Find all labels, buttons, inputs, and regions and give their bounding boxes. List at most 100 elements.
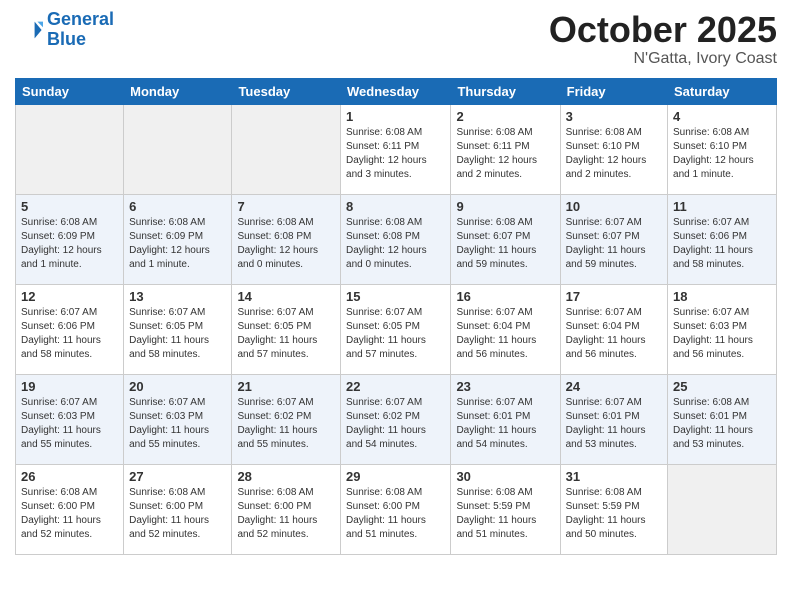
calendar-cell: 8 Sunrise: 6:08 AM Sunset: 6:08 PM Daylig… — [341, 194, 451, 284]
day-info: Sunrise: 6:07 AM Sunset: 6:05 PM Dayligh… — [237, 306, 335, 362]
calendar-cell — [124, 104, 232, 194]
logo: General Blue — [15, 10, 114, 50]
day-number: 31 — [566, 469, 662, 484]
day-number: 17 — [566, 289, 662, 304]
calendar-cell: 19 Sunrise: 6:07 AM Sunset: 6:03 PM Dayli… — [16, 374, 124, 464]
calendar-cell: 11 Sunrise: 6:07 AM Sunset: 6:06 PM Dayli… — [668, 194, 777, 284]
calendar-cell: 27Sunrise: 6:08 AM Sunset: 6:00 PM Dayli… — [124, 464, 232, 554]
day-number: 9 — [456, 199, 554, 214]
calendar-cell: 23Sunrise: 6:07 AM Sunset: 6:01 PM Dayli… — [451, 374, 560, 464]
location: N'Gatta, Ivory Coast — [549, 50, 777, 68]
day-info: Sunrise: 6:08 AM Sunset: 6:09 PM Dayligh… — [129, 216, 226, 272]
day-info: Sunrise: 6:07 AM Sunset: 6:03 PM Dayligh… — [129, 396, 226, 452]
calendar-cell: 3Sunrise: 6:08 AM Sunset: 6:10 PM Daylig… — [560, 104, 667, 194]
calendar-week-row: 1 Sunrise: 6:08 AM Sunset: 6:11 PM Daylig… — [16, 104, 777, 194]
calendar-week-row: 12 Sunrise: 6:07 AM Sunset: 6:06 PM Dayli… — [16, 284, 777, 374]
day-number: 21 — [237, 379, 335, 394]
header-tuesday: Tuesday — [232, 78, 341, 104]
day-info: Sunrise: 6:07 AM Sunset: 6:03 PM Dayligh… — [673, 306, 771, 362]
logo-text: General Blue — [47, 10, 114, 50]
day-number: 8 — [346, 199, 445, 214]
calendar-cell: 15Sunrise: 6:07 AM Sunset: 6:05 PM Dayli… — [341, 284, 451, 374]
day-info: Sunrise: 6:08 AM Sunset: 6:10 PM Dayligh… — [673, 126, 771, 182]
calendar-cell: 29 Sunrise: 6:08 AM Sunset: 6:00 PM Dayli… — [341, 464, 451, 554]
calendar-cell: 9 Sunrise: 6:08 AM Sunset: 6:07 PM Daylig… — [451, 194, 560, 284]
calendar-header-row: Sunday Monday Tuesday Wednesday Thursday… — [16, 78, 777, 104]
day-number: 16 — [456, 289, 554, 304]
day-info: Sunrise: 6:07 AM Sunset: 6:01 PM Dayligh… — [456, 396, 554, 452]
day-number: 14 — [237, 289, 335, 304]
header-saturday: Saturday — [668, 78, 777, 104]
title-block: October 2025 N'Gatta, Ivory Coast — [549, 10, 777, 68]
header-monday: Monday — [124, 78, 232, 104]
calendar-cell: 16 Sunrise: 6:07 AM Sunset: 6:04 PM Dayli… — [451, 284, 560, 374]
calendar-cell — [668, 464, 777, 554]
day-number: 13 — [129, 289, 226, 304]
calendar-cell: 25 Sunrise: 6:08 AM Sunset: 6:01 PM Dayli… — [668, 374, 777, 464]
logo-line2: Blue — [47, 29, 86, 49]
day-number: 27 — [129, 469, 226, 484]
day-info: Sunrise: 6:08 AM Sunset: 6:00 PM Dayligh… — [346, 486, 445, 542]
logo-line1: General — [47, 9, 114, 29]
header-friday: Friday — [560, 78, 667, 104]
day-number: 18 — [673, 289, 771, 304]
day-number: 25 — [673, 379, 771, 394]
day-info: Sunrise: 6:07 AM Sunset: 6:07 PM Dayligh… — [566, 216, 662, 272]
header-sunday: Sunday — [16, 78, 124, 104]
day-number: 30 — [456, 469, 554, 484]
day-info: Sunrise: 6:08 AM Sunset: 6:00 PM Dayligh… — [237, 486, 335, 542]
day-info: Sunrise: 6:08 AM Sunset: 6:09 PM Dayligh… — [21, 216, 118, 272]
calendar-cell: 26 Sunrise: 6:08 AM Sunset: 6:00 PM Dayli… — [16, 464, 124, 554]
day-info: Sunrise: 6:08 AM Sunset: 5:59 PM Dayligh… — [456, 486, 554, 542]
day-info: Sunrise: 6:08 AM Sunset: 6:00 PM Dayligh… — [21, 486, 118, 542]
calendar-cell: 21 Sunrise: 6:07 AM Sunset: 6:02 PM Dayli… — [232, 374, 341, 464]
day-number: 5 — [21, 199, 118, 214]
calendar-cell: 14 Sunrise: 6:07 AM Sunset: 6:05 PM Dayli… — [232, 284, 341, 374]
calendar-cell: 1 Sunrise: 6:08 AM Sunset: 6:11 PM Daylig… — [341, 104, 451, 194]
day-number: 10 — [566, 199, 662, 214]
day-info: Sunrise: 6:08 AM Sunset: 5:59 PM Dayligh… — [566, 486, 662, 542]
month-title: October 2025 — [549, 10, 777, 50]
day-number: 1 — [346, 109, 445, 124]
day-info: Sunrise: 6:07 AM Sunset: 6:03 PM Dayligh… — [21, 396, 118, 452]
day-number: 22 — [346, 379, 445, 394]
day-number: 28 — [237, 469, 335, 484]
calendar-cell: 31 Sunrise: 6:08 AM Sunset: 5:59 PM Dayli… — [560, 464, 667, 554]
day-number: 6 — [129, 199, 226, 214]
day-info: Sunrise: 6:08 AM Sunset: 6:08 PM Dayligh… — [346, 216, 445, 272]
logo-icon — [15, 16, 43, 44]
calendar-week-row: 19 Sunrise: 6:07 AM Sunset: 6:03 PM Dayli… — [16, 374, 777, 464]
day-info: Sunrise: 6:07 AM Sunset: 6:02 PM Dayligh… — [346, 396, 445, 452]
header-thursday: Thursday — [451, 78, 560, 104]
day-info: Sunrise: 6:07 AM Sunset: 6:06 PM Dayligh… — [21, 306, 118, 362]
day-number: 11 — [673, 199, 771, 214]
day-info: Sunrise: 6:08 AM Sunset: 6:01 PM Dayligh… — [673, 396, 771, 452]
calendar-cell: 10 Sunrise: 6:07 AM Sunset: 6:07 PM Dayli… — [560, 194, 667, 284]
calendar-week-row: 26 Sunrise: 6:08 AM Sunset: 6:00 PM Dayli… — [16, 464, 777, 554]
day-info: Sunrise: 6:08 AM Sunset: 6:11 PM Dayligh… — [346, 126, 445, 182]
day-info: Sunrise: 6:08 AM Sunset: 6:07 PM Dayligh… — [456, 216, 554, 272]
calendar-cell — [16, 104, 124, 194]
day-number: 26 — [21, 469, 118, 484]
calendar-table: Sunday Monday Tuesday Wednesday Thursday… — [15, 78, 777, 555]
day-info: Sunrise: 6:07 AM Sunset: 6:04 PM Dayligh… — [456, 306, 554, 362]
day-info: Sunrise: 6:08 AM Sunset: 6:11 PM Dayligh… — [456, 126, 554, 182]
day-info: Sunrise: 6:07 AM Sunset: 6:04 PM Dayligh… — [566, 306, 662, 362]
calendar-cell: 6 Sunrise: 6:08 AM Sunset: 6:09 PM Daylig… — [124, 194, 232, 284]
day-number: 12 — [21, 289, 118, 304]
day-number: 29 — [346, 469, 445, 484]
day-info: Sunrise: 6:07 AM Sunset: 6:05 PM Dayligh… — [129, 306, 226, 362]
day-number: 19 — [21, 379, 118, 394]
day-info: Sunrise: 6:07 AM Sunset: 6:02 PM Dayligh… — [237, 396, 335, 452]
day-info: Sunrise: 6:07 AM Sunset: 6:01 PM Dayligh… — [566, 396, 662, 452]
day-number: 20 — [129, 379, 226, 394]
header: General Blue October 2025 N'Gatta, Ivory… — [15, 10, 777, 68]
calendar-cell: 18 Sunrise: 6:07 AM Sunset: 6:03 PM Dayli… — [668, 284, 777, 374]
day-info: Sunrise: 6:08 AM Sunset: 6:10 PM Dayligh… — [566, 126, 662, 182]
day-number: 2 — [456, 109, 554, 124]
day-info: Sunrise: 6:08 AM Sunset: 6:08 PM Dayligh… — [237, 216, 335, 272]
day-info: Sunrise: 6:07 AM Sunset: 6:06 PM Dayligh… — [673, 216, 771, 272]
calendar-cell — [232, 104, 341, 194]
calendar-cell: 17 Sunrise: 6:07 AM Sunset: 6:04 PM Dayli… — [560, 284, 667, 374]
page: General Blue October 2025 N'Gatta, Ivory… — [0, 0, 792, 570]
